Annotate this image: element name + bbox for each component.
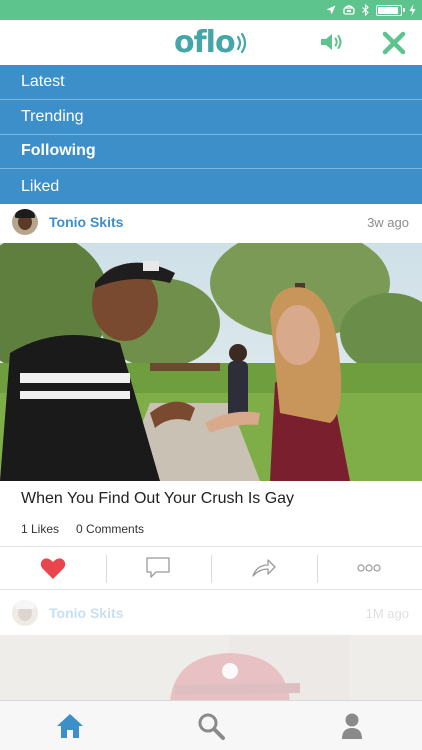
- author-name[interactable]: Tonio Skits: [49, 605, 123, 621]
- tab-profile[interactable]: [281, 701, 422, 750]
- menu-item-label: Trending: [21, 107, 84, 125]
- comments-count[interactable]: 0 Comments: [76, 522, 144, 536]
- logo-text: oflo: [174, 25, 236, 60]
- post-title[interactable]: When You Find Out Your Crush Is Gay: [21, 490, 294, 508]
- alarm-icon: [343, 5, 355, 15]
- likes-count[interactable]: 1 Likes: [21, 522, 59, 536]
- app-logo: oflo: [174, 24, 248, 62]
- post-header: Tonio Skits 1M ago: [0, 594, 422, 632]
- post-actions: [0, 546, 422, 590]
- close-button[interactable]: [381, 30, 407, 61]
- more-button[interactable]: [316, 547, 422, 589]
- like-icon: [40, 557, 65, 579]
- menu-item-latest[interactable]: Latest: [0, 65, 422, 100]
- menu-item-liked[interactable]: Liked: [0, 169, 422, 204]
- comment-icon: [146, 557, 170, 578]
- status-bar: [0, 0, 422, 20]
- menu-item-following[interactable]: Following: [0, 135, 422, 170]
- search-icon: [198, 713, 225, 740]
- post-time: 3w ago: [367, 214, 409, 230]
- author-name[interactable]: Tonio Skits: [49, 214, 123, 230]
- home-icon: [57, 713, 84, 738]
- video-thumbnail[interactable]: [0, 243, 422, 481]
- sound-waves-icon: [236, 32, 246, 54]
- menu-item-label: Liked: [21, 177, 60, 195]
- sound-icon: [321, 34, 342, 50]
- location-icon: [326, 5, 336, 15]
- menu-item-trending[interactable]: Trending: [0, 100, 422, 135]
- menu-item-label: Latest: [21, 72, 65, 90]
- post-stats: 1 Likes 0 Comments: [21, 522, 144, 536]
- profile-icon: [341, 713, 362, 739]
- video-scene: [0, 243, 422, 481]
- like-button[interactable]: [0, 547, 106, 589]
- tab-home[interactable]: [0, 701, 141, 750]
- bluetooth-icon: [362, 4, 369, 16]
- tab-search[interactable]: [141, 701, 282, 750]
- charging-icon: [409, 4, 416, 16]
- battery-icon: [376, 4, 405, 16]
- menu-item-label: Following: [21, 142, 96, 160]
- close-icon: [382, 31, 406, 55]
- video-thumbnail[interactable]: [0, 635, 422, 701]
- feed-filter-menu: Latest Trending Following Liked: [0, 65, 422, 204]
- avatar[interactable]: [12, 600, 38, 626]
- avatar[interactable]: [12, 209, 38, 235]
- share-button[interactable]: [211, 547, 317, 589]
- screen: oflo Latest Trending Following Liked Ton…: [0, 0, 422, 750]
- post-time: 1M ago: [365, 605, 409, 621]
- sound-button[interactable]: [319, 32, 343, 57]
- post-header: Tonio Skits 3w ago: [0, 203, 422, 241]
- video-scene: [0, 635, 422, 701]
- more-icon: [357, 564, 381, 572]
- tab-bar: [0, 700, 422, 750]
- share-icon: [252, 559, 276, 577]
- top-bar: oflo: [0, 20, 422, 65]
- comment-button[interactable]: [105, 547, 212, 589]
